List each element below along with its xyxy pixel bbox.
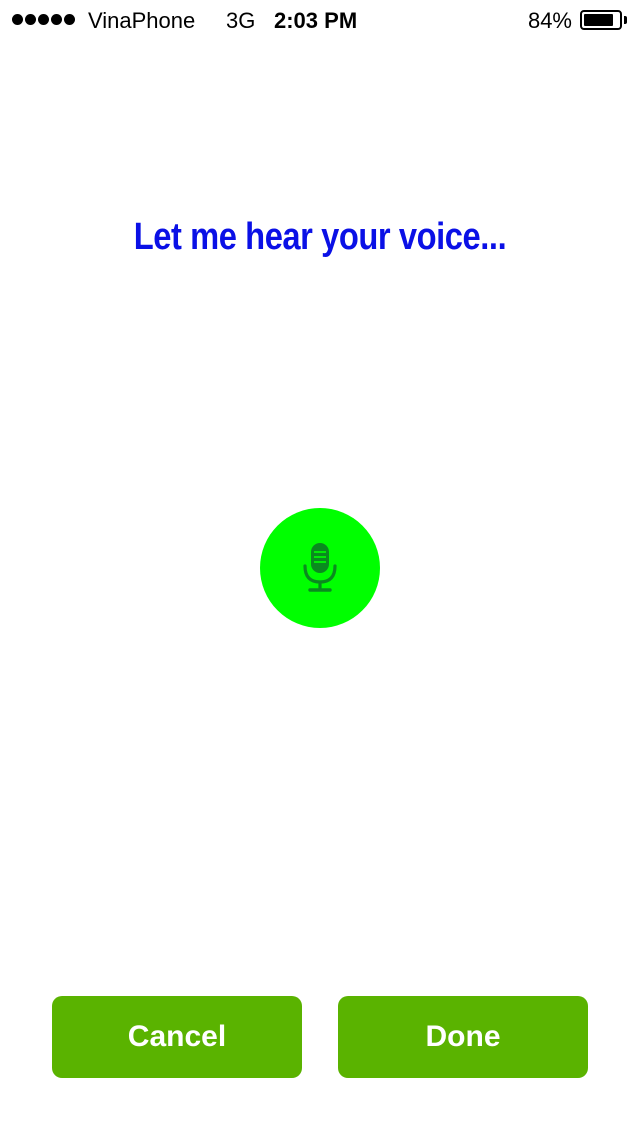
signal-dot xyxy=(38,14,49,25)
done-button[interactable]: Done xyxy=(338,996,588,1078)
voice-prompt-title: Let me hear your voice... xyxy=(133,216,507,258)
signal-dot xyxy=(51,14,62,25)
network-type: 3G xyxy=(226,8,256,33)
status-time: 2:03 PM xyxy=(274,8,358,33)
battery-percent: 84% xyxy=(527,8,572,33)
signal-dot xyxy=(12,14,23,25)
battery-level-fill xyxy=(584,14,613,26)
status-bar: VinaPhone 3G 2:03 PM 84% xyxy=(0,0,640,40)
signal-dot xyxy=(64,14,75,25)
signal-strength-icon xyxy=(12,14,75,26)
battery-terminal xyxy=(624,16,627,24)
battery-icon xyxy=(580,10,622,30)
signal-dot xyxy=(25,14,36,25)
cancel-button[interactable]: Cancel xyxy=(52,996,302,1078)
microphone-button[interactable] xyxy=(260,508,380,628)
microphone-icon xyxy=(303,543,337,592)
carrier-name: VinaPhone xyxy=(88,8,196,33)
